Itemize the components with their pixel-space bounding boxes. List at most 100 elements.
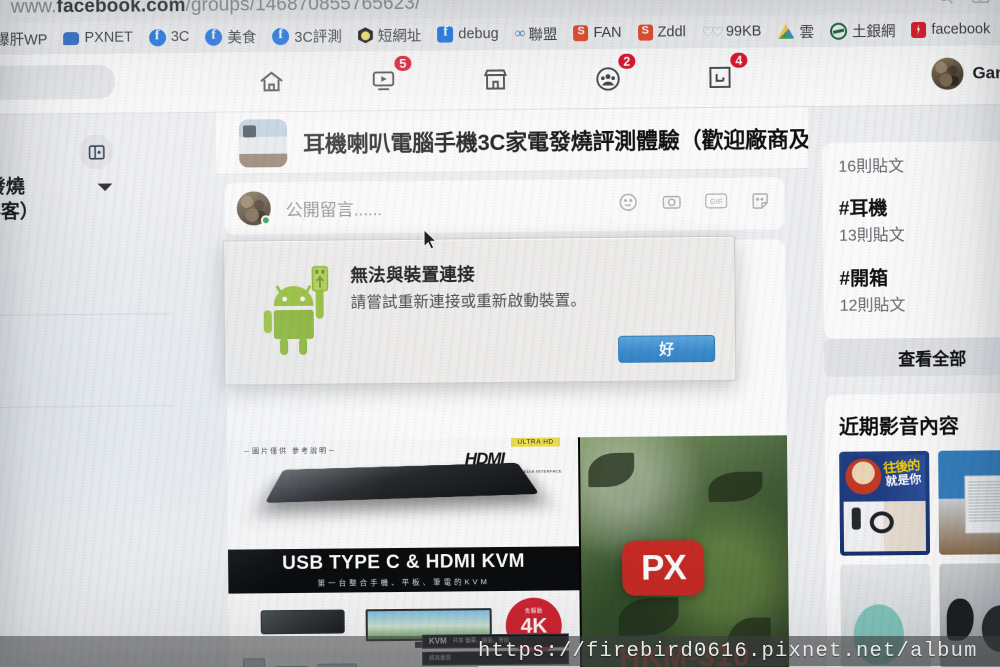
- url-path: /groups/146870855765623/: [185, 0, 421, 17]
- right-sidebar: 16則貼文 #耳機 13則貼文 #開箱 12則貼文 查看全部 近期影音內容 往後…: [807, 105, 1000, 667]
- bolt-icon: [911, 21, 927, 39]
- bookmark-label: 雲: [799, 24, 815, 41]
- connection-error-dialog: 無法與裝置連接 請嘗試重新連接或重新啟動裝置。 好: [223, 235, 737, 386]
- group-photo[interactable]: [238, 118, 288, 168]
- google-drive-icon: [777, 24, 794, 39]
- watermark-bar-left: [0, 636, 478, 667]
- user-name: Gan: [972, 63, 1000, 83]
- recent-videos-title: 近期影音內容: [838, 415, 959, 439]
- facebook-circle-icon: [272, 27, 290, 45]
- bookmark-label: Zddl: [657, 24, 686, 41]
- video-grid: 往後的 就是你: [839, 449, 1000, 667]
- see-all-button[interactable]: 查看全部: [824, 336, 1000, 377]
- bank-icon: [829, 22, 847, 40]
- facebook-circle-icon: [205, 28, 223, 46]
- kvm-device-small: [260, 609, 345, 635]
- bookmark-label: 爆肝WP: [0, 31, 48, 49]
- post-media[interactable]: －圖片僅供 參考說明－ ULTRA HD HDMIHIGH-DEFINITION…: [226, 435, 790, 667]
- co-icon: ∞: [514, 25, 524, 42]
- nav-marketplace[interactable]: [439, 50, 552, 110]
- watermark: https://firebird0616.pixnet.net/album: [478, 636, 1000, 666]
- bookmark-label: 聯盟: [528, 26, 558, 44]
- hearts-icon: ♡♡: [701, 23, 722, 40]
- bookmark-label: 土銀網: [851, 23, 896, 41]
- nav-home[interactable]: [215, 52, 328, 112]
- shopee-icon: [637, 24, 653, 41]
- bookmark-label: 短網址: [377, 28, 422, 45]
- outdoor-photo: PX HKM-310: [579, 435, 790, 667]
- nav-icon-row: 5 2 4: [215, 47, 776, 111]
- dialog-body: 請嘗試重新連接或重新啟動裝置。: [350, 292, 587, 312]
- recent-videos-card: 近期影音內容 往後的 就是你: [824, 392, 1000, 667]
- shopee-icon: [573, 25, 589, 42]
- facebook-top-nav: 5 2 4 Gan: [0, 45, 1000, 115]
- chevron-down-icon[interactable]: [96, 181, 113, 199]
- comment-input[interactable]: 公開留言......: [286, 195, 383, 221]
- gif-icon[interactable]: GIF: [705, 191, 728, 217]
- bookmark-label: debug: [458, 26, 499, 43]
- search-input[interactable]: [0, 64, 116, 101]
- url-domain: facebook.com: [56, 0, 186, 18]
- monitor-screen: www.facebook.com/groups/146870855765623/…: [0, 0, 1000, 667]
- bookmark-item[interactable]: 3C評測: [264, 22, 350, 49]
- bookmark-label: FAN: [593, 24, 622, 42]
- dialog-ok-button[interactable]: 好: [617, 334, 716, 363]
- panel-collapse-icon[interactable]: [79, 134, 114, 170]
- bookmark-item[interactable]: PXNET: [55, 24, 141, 51]
- camera-icon[interactable]: [971, 0, 991, 5]
- product-top-note: －圖片僅供 參考說明－: [243, 447, 338, 456]
- zoom-out-icon[interactable]: [936, 0, 955, 6]
- bookmark-item[interactable]: 爆肝WP: [0, 25, 56, 52]
- bookmark-item[interactable]: 短網址: [350, 22, 430, 49]
- bookmark-item[interactable]: ♡♡ 99KB: [694, 18, 770, 45]
- bookmark-item[interactable]: 雲: [769, 18, 822, 45]
- bookmark-item[interactable]: 3C: [141, 24, 198, 51]
- nav-gaming[interactable]: 4: [663, 47, 776, 107]
- nav-watch[interactable]: 5: [327, 51, 440, 111]
- bookmark-label: 99KB: [725, 23, 762, 40]
- video-thumbnail[interactable]: [937, 449, 1000, 555]
- pixnet-icon: [63, 31, 80, 45]
- bookmark-item[interactable]: 美食: [197, 23, 264, 50]
- bookmark-item[interactable]: Zddl: [629, 19, 693, 46]
- svg-text:GIF: GIF: [710, 197, 723, 206]
- photo-of-monitor: www.facebook.com/groups/146870855765623/…: [0, 0, 1000, 667]
- hashtag-card: 16則貼文 #耳機 13則貼文 #開箱 12則貼文: [822, 140, 1000, 339]
- bookmark-item[interactable]: ∞ 聯盟: [507, 20, 566, 47]
- product-subtitle: 第一台整合手機、平板、筆電的KVM: [317, 577, 490, 589]
- mouse-cursor: [423, 228, 438, 251]
- px-logo: PX: [622, 540, 705, 596]
- facebook-circle-icon: [148, 28, 166, 46]
- nav-groups[interactable]: 2: [551, 48, 664, 108]
- tag-name[interactable]: #開箱: [839, 262, 1000, 291]
- avatar: [236, 191, 271, 226]
- hexagon-icon: [358, 27, 373, 43]
- android-usb-icon: [260, 265, 345, 358]
- comment-composer[interactable]: 公開留言...... GIF: [224, 177, 785, 235]
- bookmark-item[interactable]: debug: [429, 21, 507, 48]
- bookmark-label: 3C: [170, 28, 190, 46]
- left-sidebar: 3C家電發燒 商及部落客）: [0, 112, 222, 667]
- nav-groups-badge: 2: [616, 51, 638, 71]
- url-prefix: www.: [10, 0, 57, 18]
- url-text[interactable]: www.facebook.com/groups/146870855765623/: [11, 0, 421, 19]
- tag-posts: 12則貼文: [839, 297, 906, 315]
- product-box-image: －圖片僅供 參考說明－ ULTRA HD HDMIHIGH-DEFINITION…: [226, 437, 583, 667]
- tag-name[interactable]: #耳機: [839, 192, 1000, 221]
- sticker-icon[interactable]: [750, 190, 771, 216]
- account-menu[interactable]: Gan: [931, 57, 1000, 90]
- tag-posts: 13則貼文: [838, 227, 905, 245]
- video-thumbnail[interactable]: 往後的 就是你: [839, 450, 930, 556]
- facebook-square-icon: [437, 26, 454, 43]
- nav-watch-badge: 5: [392, 53, 414, 74]
- bookmark-item[interactable]: 土銀網: [822, 17, 904, 44]
- tag-posts: 16則貼文: [838, 158, 905, 176]
- bookmark-item[interactable]: facebook: [903, 16, 998, 43]
- product-title: USB TYPE C & HDMI KVM: [282, 551, 526, 575]
- dialog-title: 無法與裝置連接: [350, 264, 476, 286]
- bookmark-item[interactable]: FAN: [565, 20, 629, 47]
- ultra-hd-badge: ULTRA HD: [511, 437, 560, 447]
- emoji-icon[interactable]: [618, 192, 639, 218]
- camera-icon[interactable]: [661, 191, 683, 217]
- bookmark-label: 美食: [227, 29, 257, 47]
